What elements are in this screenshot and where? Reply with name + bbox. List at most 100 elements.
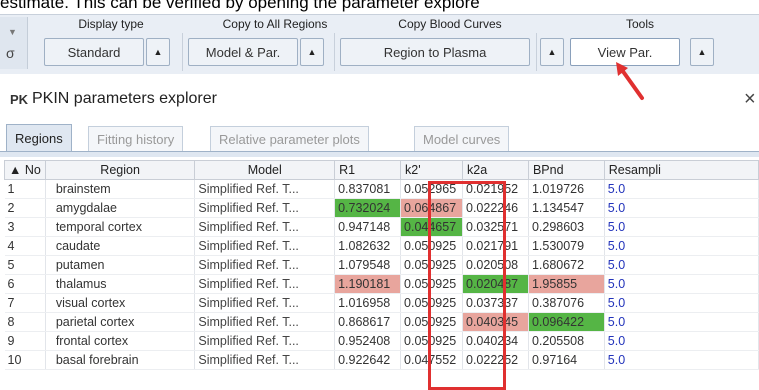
column-header-resampling[interactable]: Resampli — [603, 160, 759, 180]
cell-no: 1 — [4, 179, 46, 199]
cell-bpnd: 0.096422 — [528, 312, 605, 332]
cell-bpnd: 1.530079 — [528, 236, 605, 256]
column-header-region[interactable]: Region — [44, 160, 196, 180]
cell-model: Simplified Ref. T... — [194, 350, 336, 370]
copy-model-par-button[interactable]: Model & Par. — [188, 38, 298, 66]
display-type-button[interactable]: Standard — [44, 38, 144, 66]
caption-text: estimate. This can be verified by openin… — [0, 0, 480, 12]
toolbar-separator — [182, 33, 183, 71]
cell-r1: 0.922642 — [334, 350, 402, 370]
cell-model: Simplified Ref. T... — [194, 274, 336, 294]
cell-model: Simplified Ref. T... — [194, 312, 336, 332]
display-type-arrow-icon[interactable]: ▲ — [146, 38, 170, 66]
tab-fitting-history[interactable]: Fitting history — [88, 126, 184, 152]
table-row[interactable]: 3 temporal cortex Simplified Ref. T... 0… — [4, 217, 759, 237]
cell-region: visual cortex — [45, 293, 196, 313]
copy-model-arrow-icon[interactable]: ▲ — [300, 38, 324, 66]
table-row[interactable]: 1 brainstem Simplified Ref. T... 0.83708… — [4, 179, 759, 199]
cell-k2prime: 0.050925 — [400, 312, 463, 332]
cell-k2a: 0.032571 — [462, 217, 529, 237]
toolbar-separator — [536, 33, 537, 71]
cell-k2a: 0.040345 — [462, 312, 529, 332]
cell-resampling: 5.0 — [604, 179, 759, 199]
toolbar-left-control[interactable]: ▼ σ — [0, 17, 28, 69]
cell-k2a: 0.022246 — [462, 198, 529, 218]
cell-bpnd: 1.019726 — [528, 179, 605, 199]
cell-r1: 0.952408 — [334, 331, 402, 351]
tab-relative-parameter-plots[interactable]: Relative parameter plots — [210, 126, 369, 152]
cell-no: 5 — [4, 255, 46, 275]
header-copy-to-all-regions: Copy to All Regions — [222, 17, 328, 31]
link-icon[interactable]: σ — [6, 45, 15, 61]
cell-model: Simplified Ref. T... — [194, 293, 336, 313]
cell-resampling: 5.0 — [604, 331, 759, 351]
cell-bpnd: 0.298603 — [528, 217, 605, 237]
cell-region: putamen — [45, 255, 196, 275]
cell-no: 4 — [4, 236, 46, 256]
cell-k2prime: 0.050925 — [400, 293, 463, 313]
table-row[interactable]: 10 basal forebrain Simplified Ref. T... … — [4, 350, 759, 370]
cell-no: 9 — [4, 331, 46, 351]
cell-model: Simplified Ref. T... — [194, 255, 336, 275]
cell-model: Simplified Ref. T... — [194, 179, 336, 199]
table-row[interactable]: 2 amygdalae Simplified Ref. T... 0.73202… — [4, 198, 759, 218]
cell-model: Simplified Ref. T... — [194, 331, 336, 351]
cell-r1: 0.837081 — [334, 179, 402, 199]
window-title-bar: PK PKIN parameters explorer × — [0, 88, 759, 114]
table-row[interactable]: 8 parietal cortex Simplified Ref. T... 0… — [4, 312, 759, 332]
header-copy-blood-curves: Copy Blood Curves — [398, 17, 502, 31]
table-row[interactable]: 6 thalamus Simplified Ref. T... 1.190181… — [4, 274, 759, 294]
cell-bpnd: 0.205508 — [528, 331, 605, 351]
cell-no: 3 — [4, 217, 46, 237]
table-row[interactable]: 9 frontal cortex Simplified Ref. T... 0.… — [4, 331, 759, 351]
cell-region: temporal cortex — [45, 217, 196, 237]
cell-k2a: 0.020508 — [462, 255, 529, 275]
tab-regions[interactable]: Regions — [6, 124, 72, 152]
column-header-r1[interactable]: R1 — [334, 160, 402, 180]
header-tools: Tools — [625, 17, 654, 31]
cell-region: basal forebrain — [45, 350, 196, 370]
collapse-arrow-icon[interactable]: ▼ — [8, 27, 17, 37]
cell-bpnd: 0.387076 — [528, 293, 605, 313]
column-header-no[interactable]: ▲ No — [4, 160, 46, 180]
cell-resampling: 5.0 — [604, 274, 759, 294]
cell-no: 2 — [4, 198, 46, 218]
table-header-row: ▲ No Region Model R1 k2' k2a BPnd Resamp… — [4, 160, 759, 180]
cell-model: Simplified Ref. T... — [194, 236, 336, 256]
cell-r1: 1.016958 — [334, 293, 402, 313]
cell-k2a: 0.021791 — [462, 236, 529, 256]
region-to-plasma-arrow-icon[interactable]: ▲ — [540, 38, 564, 66]
tab-model-curves[interactable]: Model curves — [414, 126, 510, 152]
cell-resampling: 5.0 — [604, 255, 759, 275]
cell-resampling: 5.0 — [604, 236, 759, 256]
cell-r1: 0.732024 — [334, 198, 402, 218]
cell-resampling: 5.0 — [604, 293, 759, 313]
cell-k2prime: 0.052965 — [400, 179, 463, 199]
window-title: PKIN parameters explorer — [32, 90, 217, 107]
cell-region: thalamus — [45, 274, 196, 294]
column-header-k2a[interactable]: k2a — [462, 160, 529, 180]
column-header-k2prime[interactable]: k2' — [400, 160, 463, 180]
cell-k2prime: 0.064867 — [400, 198, 463, 218]
column-header-model[interactable]: Model — [194, 160, 336, 180]
cell-resampling: 5.0 — [604, 198, 759, 218]
tools-arrow-icon[interactable]: ▲ — [690, 38, 714, 66]
cell-resampling: 5.0 — [604, 217, 759, 237]
cell-k2prime: 0.044657 — [400, 217, 463, 237]
cell-k2a: 0.020487 — [462, 274, 529, 294]
cell-bpnd: 1.134547 — [528, 198, 605, 218]
table-row[interactable]: 5 putamen Simplified Ref. T... 1.079548 … — [4, 255, 759, 275]
cell-r1: 1.079548 — [334, 255, 402, 275]
close-icon[interactable]: × — [744, 88, 756, 111]
table-row[interactable]: 4 caudate Simplified Ref. T... 1.082632 … — [4, 236, 759, 256]
cell-k2prime: 0.050925 — [400, 236, 463, 256]
tab-underline — [0, 151, 759, 157]
table-row[interactable]: 7 visual cortex Simplified Ref. T... 1.0… — [4, 293, 759, 313]
cell-model: Simplified Ref. T... — [194, 217, 336, 237]
region-to-plasma-button[interactable]: Region to Plasma — [340, 38, 530, 66]
cell-k2a: 0.022252 — [462, 350, 529, 370]
cell-k2a: 0.040234 — [462, 331, 529, 351]
cell-bpnd: 1.680672 — [528, 255, 605, 275]
column-header-bpnd[interactable]: BPnd — [527, 160, 605, 180]
pk-app-icon: PK — [10, 92, 29, 107]
